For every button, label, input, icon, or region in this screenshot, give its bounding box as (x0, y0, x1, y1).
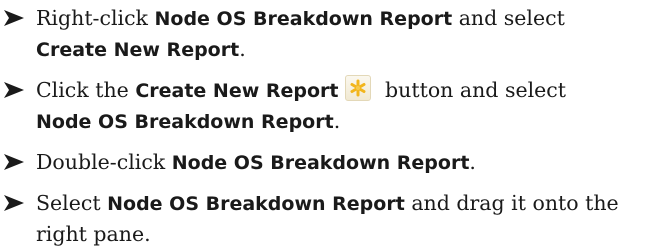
step-3-text-post: . (469, 150, 476, 174)
step-2-text-post: . (333, 109, 341, 133)
step-1-bold-action: Create New Report (36, 39, 240, 61)
step-3: Double-click Node OS Breakdown Report. (0, 147, 658, 178)
step-4: Select Node OS Breakdown Report and drag… (0, 188, 658, 249)
step-3-text-pre: Double-click (36, 150, 172, 174)
step-3-bold-report: Node OS Breakdown Report (171, 152, 470, 174)
step-1-text-pre: Right-click (36, 6, 155, 30)
step-1-text-post: . (239, 37, 246, 61)
step-2: Click the Create New Report button and s… (0, 75, 658, 137)
asterisk-star-icon (344, 75, 371, 101)
instruction-list: Right-click Node OS Breakdown Report and… (0, 3, 658, 249)
step-1: Right-click Node OS Breakdown Report and… (0, 3, 658, 65)
step-1-bold-report: Node OS Breakdown Report (154, 8, 453, 30)
arrowhead-bullet-icon (4, 75, 26, 105)
step-2-text-pre: Click the (36, 78, 136, 102)
step-1-text-mid: and select (452, 6, 565, 30)
arrowhead-bullet-icon (4, 3, 26, 33)
arrowhead-bullet-icon (4, 188, 26, 218)
step-2-text-mid: button and select (378, 78, 567, 102)
step-4-text-pre: Select (36, 191, 108, 215)
step-2-bold-button: Create New Report (135, 80, 339, 102)
arrowhead-bullet-icon (4, 147, 26, 177)
step-2-bold-report: Node OS Breakdown Report (36, 111, 334, 133)
step-4-bold-report: Node OS Breakdown Report (107, 193, 405, 215)
